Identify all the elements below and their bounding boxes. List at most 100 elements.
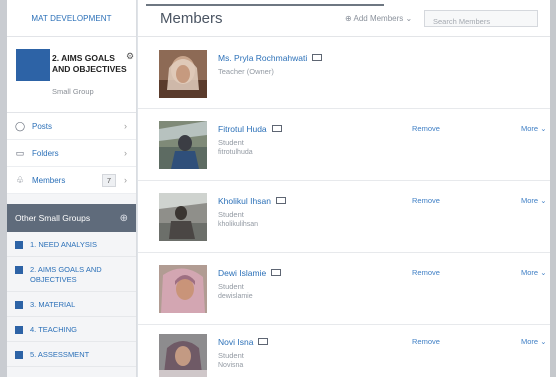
member-username: Novisna (218, 362, 244, 369)
screen: MAT DEVELOPMENT 2. AIMS GOALS AND OBJECT… (0, 0, 556, 377)
chevron-down-icon: ⌄ (540, 124, 547, 133)
member-name-text[interactable]: Fitrotul Huda (218, 124, 267, 134)
group-avatar (16, 49, 50, 81)
remove-member-button[interactable]: Remove (412, 124, 440, 133)
other-small-groups-header: Other Small Groups ⊕ (7, 204, 136, 232)
member-row: Fitrotul Huda Student fitrotulhuda Remov… (138, 109, 550, 181)
search-input[interactable] (425, 14, 537, 29)
member-role: Student (218, 351, 244, 360)
member-username: kholikulihsan (218, 221, 259, 228)
more-menu-button[interactable]: More ⌄ (521, 196, 546, 205)
more-menu-button[interactable]: More ⌄ (521, 337, 546, 346)
add-person-icon: ⊕ (345, 14, 352, 23)
small-group-item[interactable]: 5. ASSESSMENT (7, 342, 136, 367)
mail-icon[interactable] (258, 338, 269, 345)
chevron-down-icon: ⌄ (540, 196, 547, 205)
mail-icon[interactable] (271, 269, 282, 276)
nav-item-members[interactable]: ♧ Members 7 › (7, 167, 136, 194)
speech-bubble-icon: ◯ (15, 120, 26, 131)
group-square-icon (15, 241, 23, 249)
chevron-right-icon: › (124, 148, 127, 158)
member-role: Student (218, 282, 244, 291)
add-group-icon[interactable]: ⊕ (120, 213, 128, 224)
add-members-button[interactable]: ⊕ Add Members ⌄ (345, 14, 412, 23)
group-square-icon (15, 326, 23, 334)
member-row: Kholikul Ihsan Student kholikulihsan Rem… (138, 181, 550, 253)
top-progress-line (146, 4, 384, 6)
search-box[interactable] (424, 10, 538, 29)
sidebar: MAT DEVELOPMENT 2. AIMS GOALS AND OBJECT… (7, 0, 137, 377)
avatar[interactable] (159, 334, 207, 377)
more-menu-button[interactable]: More ⌄ (521, 268, 546, 277)
right-bezel (550, 0, 556, 377)
chevron-down-icon: ⌄ (540, 268, 547, 277)
more-menu-button[interactable]: More ⌄ (521, 124, 546, 133)
small-group-label[interactable]: 3. MATERIAL (30, 300, 75, 310)
member-name[interactable]: Fitrotul Huda (218, 124, 282, 134)
avatar[interactable] (159, 121, 207, 169)
member-role: Teacher (Owner) (218, 67, 274, 76)
small-group-item[interactable]: 3. MATERIAL (7, 292, 136, 317)
avatar[interactable] (159, 50, 207, 98)
other-small-groups-title: Other Small Groups (15, 213, 91, 223)
gear-icon[interactable]: ⚙ (126, 51, 134, 62)
small-group-label[interactable]: 5. ASSESSMENT (30, 350, 89, 360)
member-name-text[interactable]: Novi Isna (218, 337, 253, 347)
folder-icon: ▭ (15, 147, 25, 158)
member-name[interactable]: Ms. Pryla Rochmahwati (218, 53, 323, 63)
more-label: More (521, 196, 539, 205)
remove-member-button[interactable]: Remove (412, 337, 440, 346)
chevron-down-icon: ⌄ (405, 14, 413, 23)
group-nav: ◯ Posts › ▭ Folders › ♧ Members 7 › (7, 113, 136, 194)
small-group-item[interactable]: 1. NEED ANALYSIS (7, 232, 136, 257)
group-card: 2. AIMS GOALS AND OBJECTIVES ⚙ Small Gro… (7, 37, 136, 113)
chevron-right-icon: › (124, 121, 127, 131)
small-group-label[interactable]: 4. TEACHING (30, 325, 77, 335)
page-title: Members (160, 10, 223, 27)
group-square-icon (15, 266, 23, 274)
nav-item-posts[interactable]: ◯ Posts › (7, 113, 136, 140)
member-photo (159, 265, 207, 313)
member-name[interactable]: Dewi Islamie (218, 268, 282, 278)
member-name-text[interactable]: Kholikul Ihsan (218, 196, 271, 206)
members-count-badge: 7 (101, 174, 116, 187)
remove-member-button[interactable]: Remove (412, 268, 440, 277)
members-panel: Members ⊕ Add Members ⌄ Search Members M… (138, 0, 550, 377)
mail-icon[interactable] (275, 197, 286, 204)
parent-group-link[interactable]: MAT DEVELOPMENT (7, 0, 136, 37)
members-icon: ♧ (15, 174, 25, 185)
member-row: Novi Isna Student Novisna Remove More ⌄ (138, 325, 550, 377)
member-username: fitrotulhuda (218, 149, 253, 156)
nav-item-label: Folders (32, 148, 59, 158)
member-name[interactable]: Novi Isna (218, 337, 269, 347)
member-photo (159, 193, 207, 241)
nav-item-folders[interactable]: ▭ Folders › (7, 140, 136, 167)
group-type: Small Group (52, 87, 94, 96)
member-role: Student (218, 138, 244, 147)
member-photo (159, 334, 207, 377)
avatar[interactable] (159, 265, 207, 313)
small-group-label[interactable]: 1. NEED ANALYSIS (30, 240, 97, 250)
small-group-item[interactable]: 4. TEACHING (7, 317, 136, 342)
avatar[interactable] (159, 193, 207, 241)
group-square-icon (15, 351, 23, 359)
group-name: 2. AIMS GOALS AND OBJECTIVES (52, 53, 127, 74)
mail-icon[interactable] (312, 54, 323, 61)
more-label: More (521, 124, 539, 133)
parent-group-label[interactable]: MAT DEVELOPMENT (31, 14, 111, 23)
left-bezel (0, 0, 7, 377)
member-row: Dewi Islamie Student dewislamie Remove M… (138, 253, 550, 325)
member-username: dewislamie (218, 293, 253, 300)
member-photo (159, 50, 207, 98)
small-group-item[interactable]: 2. AIMS GOALS AND OBJECTIVES (7, 257, 136, 292)
member-name[interactable]: Kholikul Ihsan (218, 196, 286, 206)
small-group-label[interactable]: 2. AIMS GOALS AND OBJECTIVES (30, 265, 128, 285)
more-label: More (521, 268, 539, 277)
remove-member-button[interactable]: Remove (412, 196, 440, 205)
mail-icon[interactable] (271, 125, 282, 132)
add-members-label: Add Members (353, 14, 404, 23)
member-name-text[interactable]: Ms. Pryla Rochmahwati (218, 53, 307, 63)
chevron-down-icon: ⌄ (540, 337, 547, 346)
nav-item-label: Posts (32, 121, 53, 131)
member-name-text[interactable]: Dewi Islamie (218, 268, 266, 278)
